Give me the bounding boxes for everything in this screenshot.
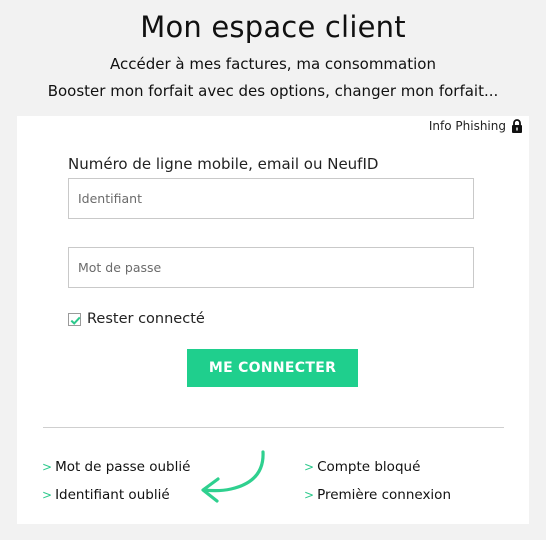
identifier-label: Numéro de ligne mobile, email ou NeufID <box>68 155 379 173</box>
login-card: Info Phishing Numéro de ligne mobile, em… <box>17 116 529 524</box>
connect-button[interactable]: ME CONNECTER <box>187 349 358 387</box>
forgot-identifier-link[interactable]: > Identifiant oublié <box>42 487 170 503</box>
divider <box>43 427 504 428</box>
chevron-right-icon: > <box>304 488 315 502</box>
chevron-right-icon: > <box>42 488 53 502</box>
account-blocked-label: Compte bloqué <box>317 459 421 475</box>
account-blocked-link[interactable]: > Compte bloqué <box>304 459 420 475</box>
page-title: Mon espace client <box>140 10 406 44</box>
forgot-identifier-label: Identifiant oublié <box>55 487 170 503</box>
chevron-right-icon: > <box>42 460 53 474</box>
forgot-password-link[interactable]: > Mot de passe oublié <box>42 459 190 475</box>
info-phishing-link[interactable]: Info Phishing <box>429 119 523 133</box>
chevron-right-icon: > <box>304 460 315 474</box>
info-phishing-label: Info Phishing <box>428 119 506 133</box>
remember-checkbox[interactable] <box>68 312 81 326</box>
lock-icon <box>511 119 523 133</box>
remember-me[interactable]: Rester connecté <box>68 311 205 327</box>
password-input[interactable] <box>68 247 474 288</box>
page-subtitle-options: Booster mon forfait avec des options, ch… <box>47 82 499 100</box>
forgot-password-label: Mot de passe oublié <box>55 459 191 475</box>
remember-label: Rester connecté <box>87 311 205 327</box>
identifier-input[interactable] <box>68 178 474 219</box>
first-connection-link[interactable]: > Première connexion <box>304 487 451 503</box>
checkmark-icon <box>70 316 81 325</box>
first-connection-label: Première connexion <box>317 487 452 503</box>
page-subtitle-invoices: Accéder à mes factures, ma consommation <box>110 55 436 73</box>
